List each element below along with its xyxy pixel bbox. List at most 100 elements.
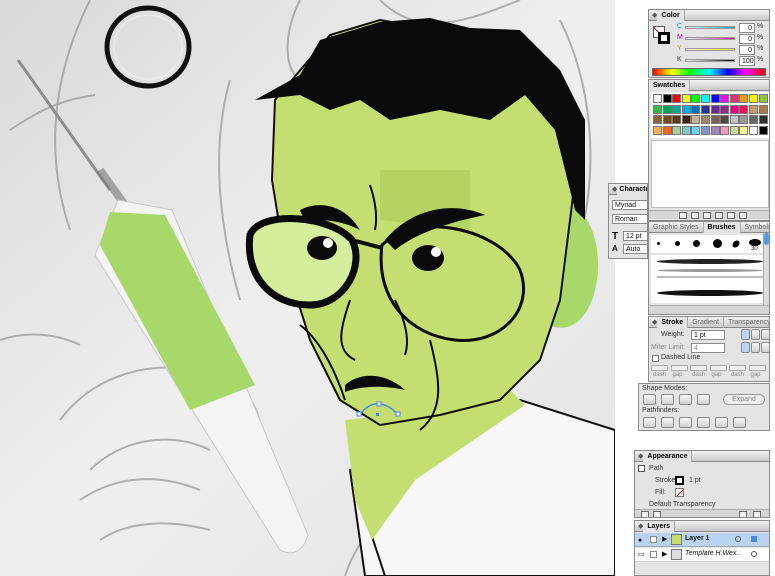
channel-y-slider[interactable] (685, 48, 735, 51)
layer-row[interactable]: ● ▶ Layer 1 (635, 533, 769, 547)
lock-toggle-icon[interactable] (650, 536, 657, 543)
color-swatch[interactable] (653, 104, 662, 114)
crop-button[interactable] (697, 417, 710, 428)
miter-limit-field[interactable]: 4 (691, 343, 725, 353)
layer-name[interactable]: Template H.Wex... (685, 550, 742, 557)
panel-grip-icon[interactable]: ◆ (635, 522, 643, 530)
font-family-field[interactable]: Myriad (612, 200, 647, 210)
new-swatch-icon[interactable] (727, 212, 735, 219)
dashed-line-checkbox[interactable] (652, 355, 659, 362)
color-swatch[interactable] (691, 104, 701, 114)
fill-none-swatch[interactable] (675, 488, 684, 497)
intersect-shape-button[interactable] (679, 394, 692, 405)
color-swatch[interactable] (662, 115, 672, 124)
template-visibility-icon[interactable]: ▭ (638, 550, 645, 558)
color-swatch[interactable] (701, 104, 710, 114)
channel-m-slider[interactable] (685, 37, 735, 40)
color-swatch[interactable] (681, 104, 691, 114)
color-swatch[interactable] (749, 94, 758, 103)
color-swatch[interactable] (691, 115, 701, 124)
color-swatch[interactable] (710, 125, 720, 135)
color-swatch[interactable] (701, 94, 710, 103)
join-round-button[interactable] (751, 342, 760, 353)
color-swatch[interactable] (681, 115, 691, 124)
layer-name[interactable]: Layer 1 (685, 535, 710, 542)
color-swatch[interactable] (729, 115, 739, 124)
color-swatch[interactable] (758, 94, 768, 103)
subtract-shape-button[interactable] (661, 394, 674, 405)
channel-c-slider[interactable] (685, 26, 735, 29)
panel-grip-icon[interactable]: ◆ (649, 11, 657, 19)
leading-field[interactable]: Auto (623, 244, 647, 254)
panel-grip-icon[interactable]: ◆ (609, 185, 617, 193)
color-swatch[interactable] (653, 94, 662, 103)
target-circle-icon[interactable] (751, 551, 757, 557)
dash-field-2[interactable] (690, 365, 707, 371)
color-swatch[interactable] (672, 125, 682, 135)
gap-field-3[interactable] (748, 365, 766, 371)
channel-c-value[interactable]: 0 (739, 23, 755, 33)
reduce-basic-icon[interactable] (653, 511, 661, 517)
new-color-group-icon[interactable] (715, 212, 723, 219)
cap-round-button[interactable] (751, 329, 760, 340)
join-bevel-button[interactable] (761, 342, 769, 353)
cap-butt-button[interactable] (741, 329, 750, 340)
tab-appearance[interactable]: Appearance (643, 451, 693, 462)
color-spectrum-bar[interactable] (652, 68, 766, 76)
color-swatch[interactable] (701, 115, 710, 124)
color-swatch[interactable] (710, 115, 720, 124)
color-swatch[interactable] (653, 115, 662, 124)
stroke-attr-swatch[interactable] (675, 476, 684, 485)
color-swatch[interactable] (701, 125, 710, 135)
join-miter-button[interactable] (741, 342, 750, 353)
brush-dot-4[interactable] (713, 239, 722, 248)
art-brush-strokes[interactable] (651, 255, 769, 303)
minus-back-button[interactable] (733, 417, 746, 428)
font-size-field[interactable]: 12 pt (623, 231, 647, 241)
tab-brushes[interactable]: Brushes (703, 222, 741, 233)
channel-k-value[interactable]: 100 (739, 56, 755, 66)
tab-character[interactable]: Character (617, 184, 647, 195)
color-swatch[interactable] (729, 104, 739, 114)
lock-toggle-icon[interactable] (650, 551, 657, 558)
divide-button[interactable] (643, 417, 656, 428)
calligraphic-brush-row[interactable]: 30 (651, 235, 769, 253)
color-swatch[interactable] (758, 125, 768, 135)
trim-button[interactable] (661, 417, 674, 428)
tab-color[interactable]: Color (657, 10, 685, 21)
weight-field[interactable]: 1 pt (691, 330, 725, 340)
color-swatch[interactable] (749, 115, 758, 124)
color-swatch[interactable] (662, 125, 672, 135)
tab-graphic-styles[interactable]: Graphic Styles (649, 222, 704, 233)
color-swatch[interactable] (739, 94, 749, 103)
color-swatch[interactable] (662, 94, 672, 103)
brushes-scrollbar[interactable] (763, 233, 769, 305)
color-swatch[interactable] (710, 104, 720, 114)
tab-symbols[interactable]: Symbols (741, 222, 769, 233)
expand-triangle-icon[interactable]: ▶ (662, 550, 667, 558)
channel-k-slider[interactable] (685, 59, 735, 62)
clear-appearance-icon[interactable] (641, 511, 649, 517)
dash-field-3[interactable] (729, 365, 746, 371)
color-swatch[interactable] (672, 104, 682, 114)
color-swatch[interactable] (720, 94, 730, 103)
color-swatch[interactable] (691, 125, 701, 135)
color-swatch[interactable] (749, 125, 758, 135)
dash-field-1[interactable] (651, 365, 668, 371)
color-swatch[interactable] (758, 104, 768, 114)
color-swatch[interactable] (720, 125, 730, 135)
swatch-options-icon[interactable] (703, 212, 711, 219)
color-swatch[interactable] (729, 94, 739, 103)
panel-grip-icon[interactable]: ◆ (635, 452, 643, 460)
color-swatch[interactable] (672, 115, 682, 124)
duplicate-item-icon[interactable] (739, 511, 747, 517)
color-swatch[interactable] (739, 104, 749, 114)
tab-swatches[interactable]: Swatches (649, 80, 691, 91)
color-swatch[interactable] (653, 125, 662, 135)
swatch-libraries-icon[interactable] (679, 212, 687, 219)
visibility-eye-icon[interactable]: ● (638, 537, 642, 544)
color-swatch[interactable] (720, 115, 730, 124)
layer-row[interactable]: ▭ ▶ Template H.Wex... (635, 548, 769, 562)
color-swatch[interactable] (681, 125, 691, 135)
color-swatch[interactable] (739, 125, 749, 135)
